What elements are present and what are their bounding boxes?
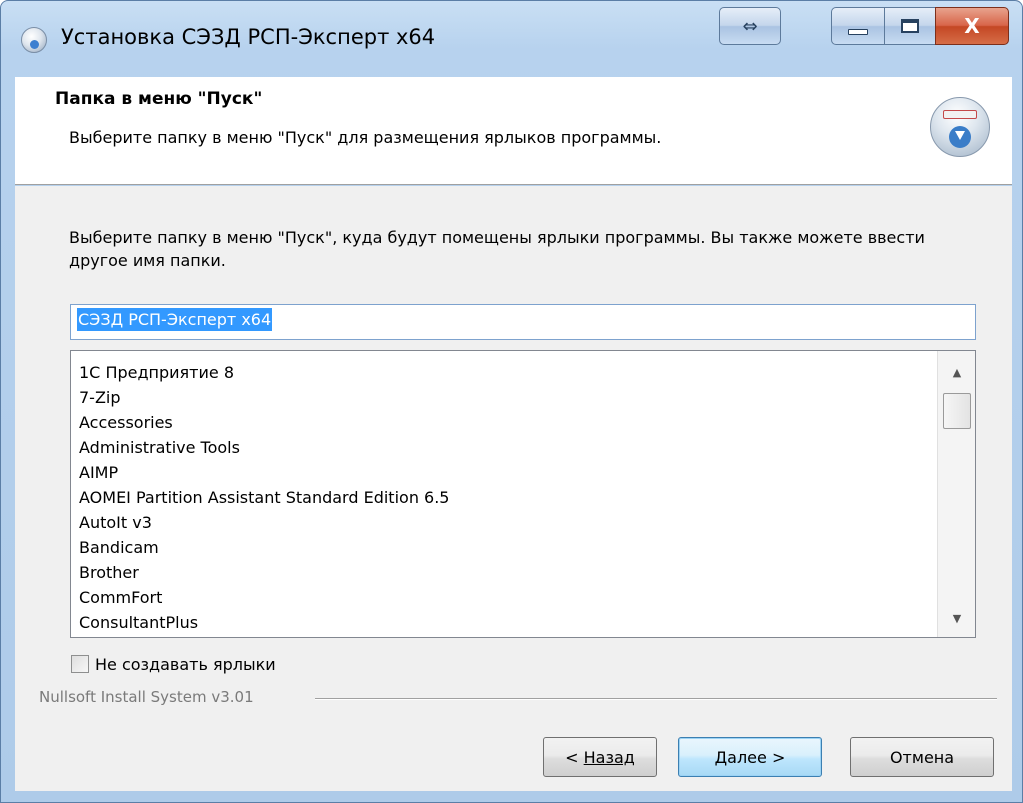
folder-list[interactable]: 1C Предприятие 8 7-Zip Accessories Administ… [70,350,976,638]
folder-list-item[interactable]: AutoIt v3 [71,510,935,535]
folder-list-item[interactable]: 7-Zip [71,385,935,410]
cancel-button-label: Отмена [889,747,955,767]
folder-name-selected-text: СЭЗД РСП-Эксперт x64 [77,308,273,331]
branding-divider [315,698,997,700]
minimize-icon [848,29,868,35]
page-title: Папка в меню "Пуск" [55,89,263,109]
cancel-button[interactable]: Отмена [850,737,994,777]
next-button-label: Далее > [714,747,786,767]
next-button[interactable]: Далее > [678,737,822,777]
maximize-button[interactable] [884,7,936,45]
back-button-prefix: < [565,747,584,767]
app-icon [21,27,47,53]
folder-name-input[interactable]: СЭЗД РСП-Эксперт x64 [70,304,976,340]
resize-button[interactable]: ⇔ [719,7,781,45]
close-button[interactable]: X [935,7,1009,45]
installer-badge [943,110,977,119]
folder-list-item[interactable]: ConsultantPlus [71,610,935,635]
maximize-icon [901,19,919,33]
folder-list-item[interactable]: 1C Предприятие 8 [71,360,935,385]
folder-list-item[interactable]: Brother [71,560,935,585]
page-header: Папка в меню "Пуск" Выберите папку в мен… [15,77,1012,185]
installer-window: Установка СЭЗД РСП-Эксперт x64 ⇔ X Папка… [0,0,1023,803]
resize-arrows-icon: ⇔ [742,15,758,37]
folder-list-item[interactable]: AIMP [71,460,935,485]
folder-list-item[interactable]: Accessories [71,410,935,435]
close-icon: X [964,14,980,38]
scroll-down-icon[interactable]: ▼ [942,605,972,631]
window-title: Установка СЭЗД РСП-Эксперт x64 [61,25,436,49]
title-bar[interactable]: Установка СЭЗД РСП-Эксперт x64 ⇔ X [1,1,1022,77]
installer-icon [930,97,990,157]
folder-list-item[interactable]: Bandicam [71,535,935,560]
scroll-up-icon[interactable]: ▲ [942,359,972,385]
folder-list-item[interactable]: Administrative Tools [71,435,935,460]
download-arrow-icon [949,126,971,148]
back-button-label: Назад [583,747,635,767]
folder-list-item[interactable]: CommFort [71,585,935,610]
back-button[interactable]: < Назад [543,737,657,777]
no-shortcuts-option[interactable]: Не создавать ярлыки [71,651,276,677]
no-shortcuts-label[interactable]: Не создавать ярлыки [95,655,276,674]
branding-text: Nullsoft Install System v3.01 [39,688,262,706]
no-shortcuts-checkbox[interactable] [71,655,89,673]
minimize-button[interactable] [831,7,885,45]
folder-list-scrollbar[interactable]: ▲ ▼ [937,351,975,637]
instructions-text: Выберите папку в меню "Пуск", куда будут… [69,228,925,270]
folder-list-items: 1C Предприятие 8 7-Zip Accessories Administ… [71,360,935,635]
page-subtitle: Выберите папку в меню "Пуск" для размеще… [69,128,662,147]
page-body: Выберите папку в меню "Пуск", куда будут… [15,186,1012,791]
scroll-thumb[interactable] [943,393,971,429]
folder-list-item[interactable]: AOMEI Partition Assistant Standard Editi… [71,485,935,510]
